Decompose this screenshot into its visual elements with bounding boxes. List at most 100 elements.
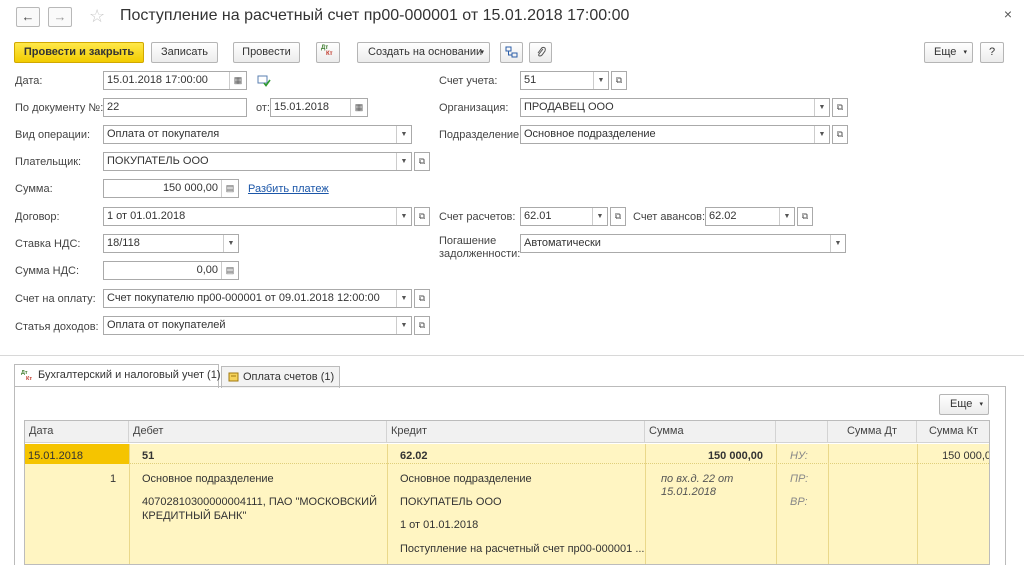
date-field[interactable]: 15.01.2018 17:00:00 ▦ bbox=[103, 71, 247, 90]
open-settle-icon[interactable]: ⧉ bbox=[610, 207, 626, 226]
credit-subconto-3: 1 от 01.01.2018 bbox=[400, 519, 479, 531]
column-header-debit[interactable]: Дебет bbox=[129, 421, 387, 443]
sum-value: 150 000,00 bbox=[162, 182, 218, 194]
tab-invoice-payment[interactable]: Оплата счетов (1) bbox=[221, 366, 340, 388]
help-button[interactable]: ? bbox=[980, 42, 1004, 63]
column-header-date[interactable]: Дата bbox=[25, 421, 129, 443]
payer-field[interactable]: ПОКУПАТЕЛЬ ООО ▼ bbox=[103, 152, 412, 171]
panel-border-right bbox=[1005, 386, 1006, 565]
chevron-down-icon[interactable]: ▼ bbox=[396, 153, 411, 170]
advance-field[interactable]: 62.02 ▼ bbox=[705, 207, 795, 226]
open-dept-icon[interactable]: ⧉ bbox=[832, 125, 848, 144]
open-account-icon[interactable]: ⧉ bbox=[611, 71, 627, 90]
open-contract-icon[interactable]: ⧉ bbox=[414, 207, 430, 226]
account-field[interactable]: 51 ▼ bbox=[520, 71, 609, 90]
sum-note-2: 15.01.2018 bbox=[661, 486, 717, 498]
contract-field[interactable]: 1 от 01.01.2018 ▼ bbox=[103, 207, 412, 226]
open-org-icon[interactable]: ⧉ bbox=[832, 98, 848, 117]
column-header-sum-dt[interactable]: Сумма Дт bbox=[828, 421, 917, 443]
paperclip-icon bbox=[537, 46, 546, 57]
income-label: Статья доходов: bbox=[15, 321, 99, 333]
income-field[interactable]: Оплата от покупателей ▼ bbox=[103, 316, 412, 335]
docnum-label: По документу №: bbox=[15, 102, 104, 114]
row-line bbox=[129, 444, 989, 464]
chevron-down-icon[interactable]: ▼ bbox=[830, 235, 845, 252]
chevron-down-icon[interactable]: ▼ bbox=[396, 290, 411, 307]
document-form: ← → ☆ Поступление на расчетный счет пр00… bbox=[0, 0, 1024, 338]
debit-subconto-2: 40702810300000004111, ПАО "МОСКОВСКИЙ bbox=[142, 496, 377, 508]
optype-value: Оплата от покупателя bbox=[107, 128, 220, 140]
settle-field[interactable]: 62.01 ▼ bbox=[520, 207, 608, 226]
repay-select[interactable]: Автоматически ▼ bbox=[520, 234, 846, 253]
attach-button[interactable] bbox=[529, 42, 552, 63]
invoice-label: Счет на оплату: bbox=[15, 293, 96, 305]
open-income-icon[interactable]: ⧉ bbox=[414, 316, 430, 335]
row-number: 1 bbox=[110, 473, 117, 485]
chevron-down-icon[interactable]: ▼ bbox=[592, 208, 607, 225]
chevron-down-icon[interactable]: ▼ bbox=[814, 99, 829, 116]
chevron-down-icon: ▾ bbox=[480, 49, 484, 56]
back-button[interactable]: ← bbox=[16, 7, 40, 27]
payer-value: ПОКУПАТЕЛЬ ООО bbox=[107, 155, 209, 167]
calendar-icon[interactable]: ▦ bbox=[350, 99, 367, 116]
sum-field[interactable]: 150 000,00 ▤ bbox=[103, 179, 239, 198]
save-button[interactable]: Записать bbox=[151, 42, 218, 63]
contract-label: Договор: bbox=[15, 211, 60, 223]
column-header-credit[interactable]: Кредит bbox=[387, 421, 645, 443]
from-date-value: 15.01.2018 bbox=[274, 101, 330, 113]
pr-label: ПР: bbox=[790, 473, 809, 485]
tab-accounting[interactable]: Дт Кт Бухгалтерский и налоговый учет (1) bbox=[14, 364, 221, 388]
open-invoice-icon[interactable]: ⧉ bbox=[414, 289, 430, 308]
org-field[interactable]: ПРОДАВЕЦ ООО ▼ bbox=[520, 98, 830, 117]
split-payment-link[interactable]: Разбить платеж bbox=[248, 183, 329, 195]
grid-more-button[interactable]: Еще ▾ bbox=[939, 394, 989, 415]
column-divider bbox=[776, 444, 777, 564]
column-header-sum[interactable]: Сумма bbox=[645, 421, 776, 443]
dept-field[interactable]: Основное подразделение ▼ bbox=[520, 125, 830, 144]
post-button[interactable]: Провести bbox=[233, 42, 300, 63]
entries-table[interactable]: Дата Дебет Кредит Сумма Сумма Дт Сумма К… bbox=[24, 420, 990, 565]
forward-button[interactable]: → bbox=[48, 7, 72, 27]
date-label: Дата: bbox=[15, 75, 43, 87]
row-sum: 150 000,00 bbox=[707, 450, 763, 462]
from-date-field[interactable]: 15.01.2018 ▦ bbox=[270, 98, 368, 117]
chevron-down-icon[interactable]: ▼ bbox=[396, 317, 411, 334]
calendar-icon[interactable]: ▦ bbox=[229, 72, 246, 89]
column-header-tax-types[interactable] bbox=[776, 421, 828, 443]
chevron-down-icon[interactable]: ▼ bbox=[396, 126, 411, 143]
column-divider bbox=[645, 444, 646, 564]
vatsum-field[interactable]: 0,00 ▤ bbox=[103, 261, 239, 280]
chevron-down-icon: ▾ bbox=[979, 401, 983, 408]
invoice-field[interactable]: Счет покупателю пр00-000001 от 09.01.201… bbox=[103, 289, 412, 308]
create-based-button[interactable]: Создать на основании ▾ bbox=[357, 42, 490, 63]
contract-value: 1 от 01.01.2018 bbox=[107, 210, 186, 222]
structure-button[interactable] bbox=[500, 42, 523, 63]
more-label: Еще bbox=[934, 46, 957, 58]
vatrate-select[interactable]: 18/118 ▼ bbox=[103, 234, 239, 253]
svg-text:Кт: Кт bbox=[326, 51, 333, 56]
create-based-label: Создать на основании bbox=[368, 46, 483, 58]
vatrate-label: Ставка НДС: bbox=[15, 238, 81, 250]
tab-accounting-label: Бухгалтерский и налоговый учет (1) bbox=[38, 369, 221, 381]
chevron-down-icon[interactable]: ▼ bbox=[814, 126, 829, 143]
optype-select[interactable]: Оплата от покупателя ▼ bbox=[103, 125, 412, 144]
settle-label: Счет расчетов: bbox=[439, 211, 516, 223]
more-button[interactable]: Еще ▾ bbox=[924, 42, 973, 63]
open-advance-icon[interactable]: ⧉ bbox=[797, 207, 813, 226]
calculator-icon[interactable]: ▤ bbox=[221, 180, 238, 197]
chevron-down-icon[interactable]: ▼ bbox=[396, 208, 411, 225]
column-header-sum-kt[interactable]: Сумма Кт bbox=[917, 421, 989, 443]
chevron-down-icon[interactable]: ▼ bbox=[223, 235, 238, 252]
post-and-close-button[interactable]: Провести и закрыть bbox=[14, 42, 144, 63]
close-icon[interactable]: × bbox=[1004, 6, 1012, 22]
dept-value: Основное подразделение bbox=[524, 128, 656, 140]
star-icon[interactable]: ☆ bbox=[89, 6, 105, 27]
calculator-icon[interactable]: ▤ bbox=[221, 262, 238, 279]
docnum-field[interactable]: 22 bbox=[103, 98, 247, 117]
chevron-down-icon[interactable]: ▼ bbox=[593, 72, 608, 89]
dt-kt-button[interactable]: Дт Кт bbox=[316, 42, 340, 63]
chevron-down-icon[interactable]: ▼ bbox=[779, 208, 794, 225]
invoice-value: Счет покупателю пр00-000001 от 09.01.201… bbox=[107, 292, 380, 304]
open-payer-icon[interactable]: ⧉ bbox=[414, 152, 430, 171]
row-date: 15.01.2018 bbox=[28, 450, 84, 462]
